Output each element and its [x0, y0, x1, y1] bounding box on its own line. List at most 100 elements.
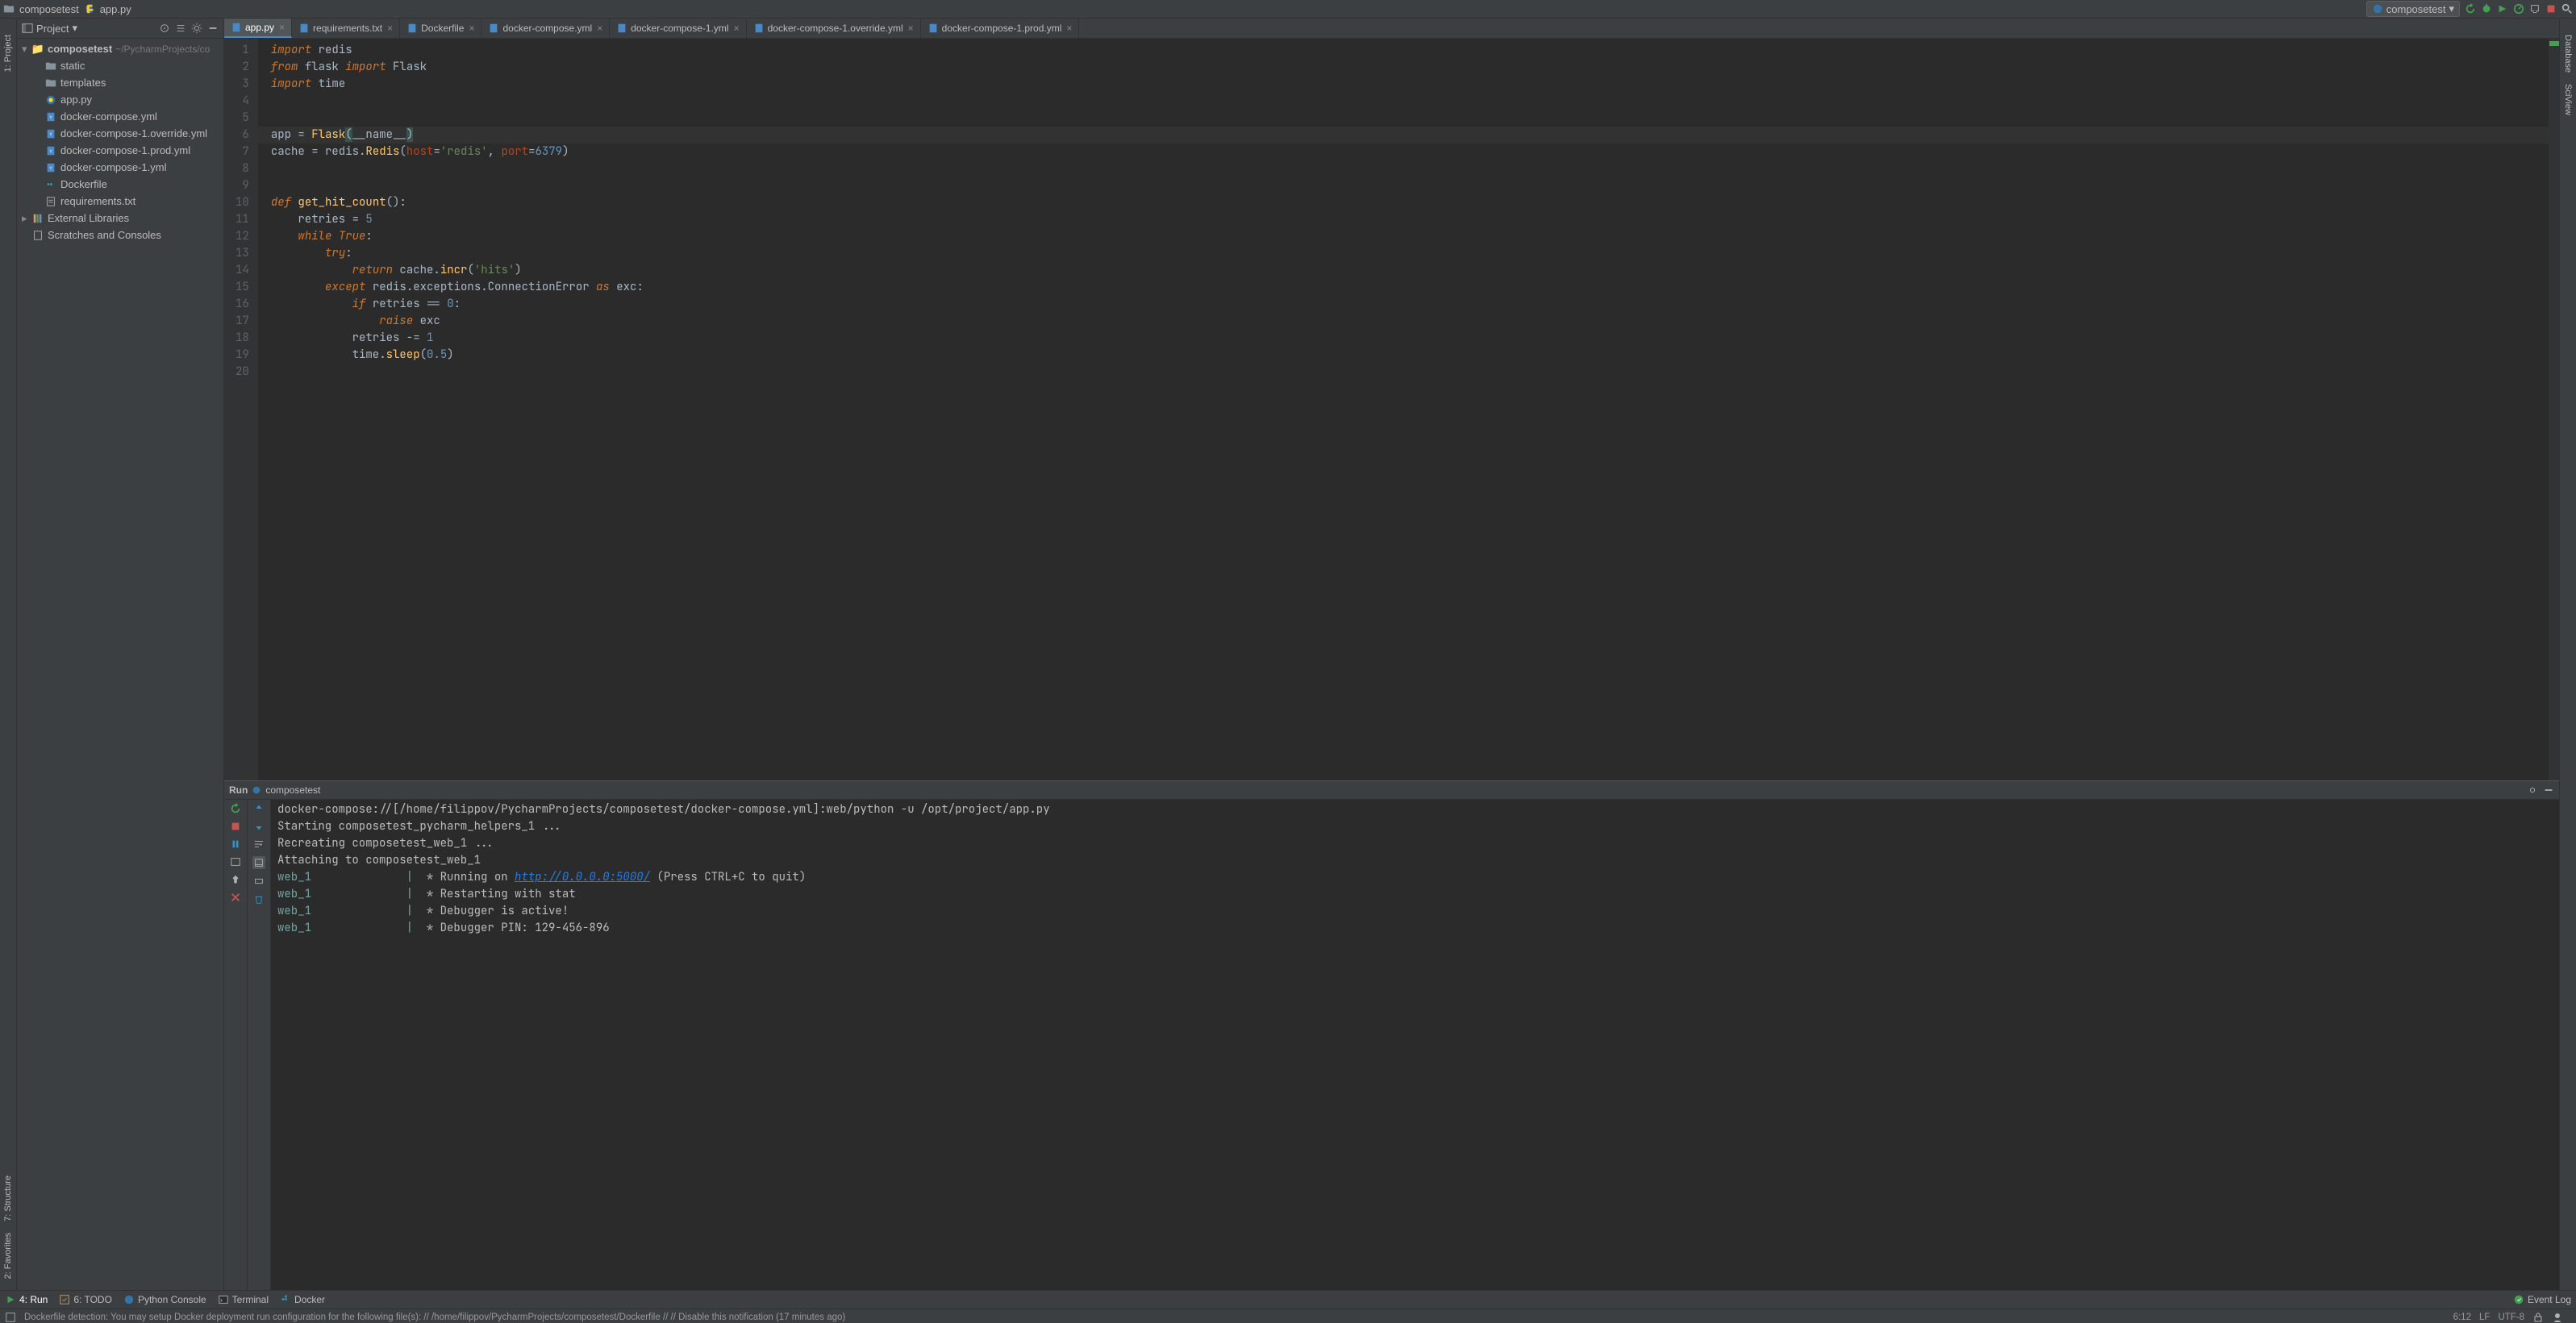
console-output[interactable]: docker-compose://[/home/filippov/Pycharm…: [271, 800, 2559, 1290]
tool-window-docker[interactable]: Docker: [280, 1294, 325, 1305]
editor-tab[interactable]: docker-compose.yml×: [481, 19, 610, 38]
file-icon: [44, 179, 57, 190]
editor-tab[interactable]: app.py×: [224, 19, 292, 38]
tree-root[interactable]: ▾ 📁 composetest ~/PycharmProjects/co: [17, 40, 223, 57]
project-view-icon: [22, 23, 33, 34]
search-icon[interactable]: [2561, 3, 2573, 15]
tree-item[interactable]: static: [17, 57, 223, 74]
run-config-name: composetest: [265, 784, 320, 796]
stop-icon[interactable]: [230, 821, 241, 832]
tab-label: Dockerfile: [421, 23, 464, 34]
close-icon[interactable]: ×: [597, 23, 602, 34]
run-config-selector[interactable]: composetest ▾: [2366, 1, 2460, 17]
code-area[interactable]: import redisfrom flask import Flaskimpor…: [258, 39, 2549, 780]
tree-item-label: static: [60, 60, 85, 72]
tool-window-sciview[interactable]: SciView: [2563, 84, 2573, 115]
tree-item[interactable]: Dockerfile: [17, 176, 223, 193]
error-stripe[interactable]: [2549, 39, 2559, 780]
editor-tab[interactable]: docker-compose-1.override.yml×: [747, 19, 921, 38]
close-icon[interactable]: ×: [387, 23, 393, 34]
tool-window-project[interactable]: 1: Project: [3, 35, 13, 72]
tab-label: requirements.txt: [313, 23, 382, 34]
scroll-to-end-icon[interactable]: [252, 856, 265, 869]
run-header: Run composetest: [224, 781, 2559, 800]
pause-icon[interactable]: [230, 838, 241, 850]
clear-icon[interactable]: [253, 893, 265, 905]
right-tool-stripe: Database SciView: [2559, 19, 2576, 1290]
tool-window-todo[interactable]: 6: TODO: [59, 1294, 112, 1305]
lock-icon[interactable]: [2532, 1312, 2544, 1323]
breadcrumb-folder[interactable]: composetest: [19, 3, 79, 15]
file-icon: [753, 23, 765, 34]
arrow-up-icon[interactable]: [253, 803, 265, 814]
python-icon: [84, 3, 95, 15]
file-encoding[interactable]: UTF-8: [2498, 1313, 2524, 1322]
tree-item[interactable]: templates: [17, 74, 223, 91]
bug-icon[interactable]: [2481, 3, 2492, 15]
line-gutter: 1234567891011121314151617181920: [224, 39, 258, 780]
hide-icon[interactable]: [207, 23, 219, 34]
breadcrumb-file[interactable]: app.py: [100, 3, 131, 15]
close-icon[interactable]: ×: [1066, 23, 1072, 34]
close-icon[interactable]: [230, 892, 241, 903]
print-icon[interactable]: [253, 876, 265, 887]
status-message[interactable]: Dockerfile detection: You may setup Dock…: [24, 1313, 845, 1322]
caret-position[interactable]: 6:12: [2453, 1313, 2471, 1322]
tool-window-structure[interactable]: 7: Structure: [3, 1175, 13, 1221]
tool-window-run[interactable]: 4: Run: [5, 1294, 48, 1305]
gear-icon[interactable]: [191, 23, 202, 34]
file-icon: [406, 23, 418, 34]
close-icon[interactable]: ×: [469, 23, 474, 34]
tree-item[interactable]: Ydocker-compose-1.prod.yml: [17, 142, 223, 159]
hector-icon[interactable]: [2552, 1312, 2563, 1323]
soft-wrap-icon[interactable]: [253, 838, 265, 850]
bottom-tool-stripe: 4: Run 6: TODO Python Console Terminal D…: [0, 1290, 2576, 1308]
tree-item[interactable]: Ydocker-compose-1.yml: [17, 159, 223, 176]
status-bar: Dockerfile detection: You may setup Dock…: [0, 1308, 2576, 1323]
tree-external-libs[interactable]: ▸ External Libraries: [17, 210, 223, 227]
file-icon: [44, 60, 57, 72]
dump-threads-icon[interactable]: [230, 856, 241, 867]
arrow-down-icon[interactable]: [253, 821, 265, 832]
tool-window-terminal[interactable]: Terminal: [218, 1294, 269, 1305]
editor-body: 1234567891011121314151617181920 import r…: [224, 39, 2559, 780]
status-icon[interactable]: [5, 1312, 16, 1323]
line-separator[interactable]: LF: [2479, 1313, 2490, 1322]
close-icon[interactable]: ×: [908, 23, 914, 34]
file-icon: [44, 77, 57, 89]
hide-icon[interactable]: [2543, 784, 2554, 796]
editor-tab[interactable]: requirements.txt ×: [292, 19, 400, 38]
python-icon: [251, 784, 262, 796]
tool-window-favorites[interactable]: 2: Favorites: [3, 1233, 13, 1279]
editor-tab[interactable]: docker-compose-1.prod.yml×: [921, 19, 1080, 38]
editor-tab[interactable]: Dockerfile ×: [400, 19, 481, 38]
tree-item-label: requirements.txt: [60, 195, 135, 207]
tree-item[interactable]: app.py: [17, 91, 223, 108]
profile-icon[interactable]: [2513, 3, 2524, 15]
collapse-icon[interactable]: [175, 23, 186, 34]
tool-window-database[interactable]: Database: [2563, 35, 2573, 73]
run-restart-icon[interactable]: [2465, 3, 2476, 15]
pin-icon[interactable]: [230, 874, 241, 885]
attach-icon[interactable]: [2529, 3, 2541, 15]
tree-scratches[interactable]: Scratches and Consoles: [17, 227, 223, 243]
run-coverage-icon[interactable]: [2497, 3, 2508, 15]
tree-item[interactable]: requirements.txt: [17, 193, 223, 210]
file-icon: [927, 23, 939, 34]
tree-item-label: External Libraries: [48, 212, 129, 224]
editor-tab[interactable]: docker-compose-1.yml×: [610, 19, 746, 38]
tree-root-path: ~/PycharmProjects/co: [115, 44, 210, 55]
tree-item-label: Dockerfile: [60, 178, 107, 190]
rerun-icon[interactable]: [230, 803, 241, 814]
close-icon[interactable]: ×: [734, 23, 740, 34]
tool-window-python-console[interactable]: Python Console: [123, 1294, 206, 1305]
locate-icon[interactable]: [159, 23, 170, 34]
gear-icon[interactable]: [2527, 784, 2538, 796]
event-log-button[interactable]: Event Log: [2513, 1294, 2571, 1305]
stop-icon[interactable]: [2545, 3, 2557, 15]
close-icon[interactable]: ×: [279, 22, 285, 33]
tree-item[interactable]: Ydocker-compose.yml: [17, 108, 223, 125]
project-title[interactable]: Project: [36, 23, 69, 35]
tree-item[interactable]: Ydocker-compose-1.override.yml: [17, 125, 223, 142]
chevron-down-icon[interactable]: ▾: [72, 22, 77, 35]
